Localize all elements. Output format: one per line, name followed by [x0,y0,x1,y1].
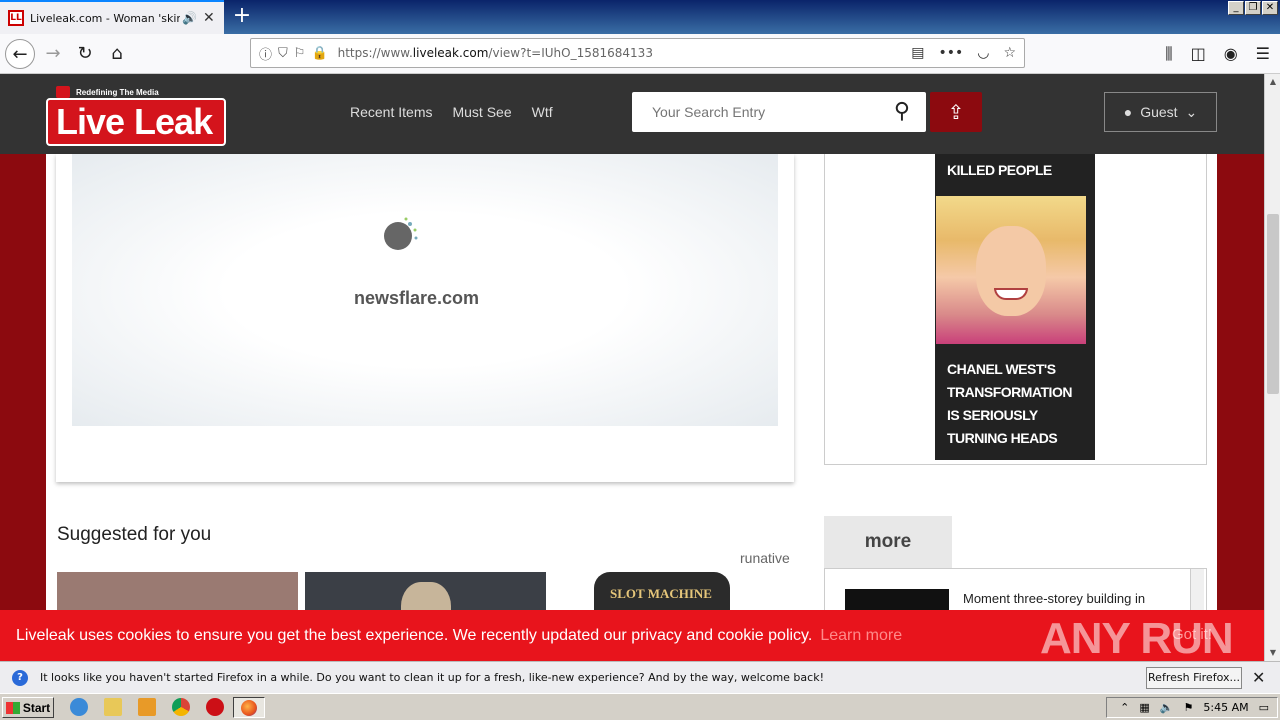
nav-must-see[interactable]: Must See [452,104,511,120]
folder-icon[interactable] [104,698,122,716]
guest-label: Guest [1140,104,1178,120]
home-button[interactable]: ⌂ [102,39,132,69]
notification-close-icon[interactable]: ✕ [1252,668,1265,687]
user-icon: ● [1123,104,1133,120]
clock[interactable]: 5:45 AM [1203,701,1248,714]
action-center-flag-icon[interactable]: ⚑ [1184,701,1194,714]
opera-icon[interactable] [206,698,224,716]
site-search: ⚲ [632,92,926,132]
chrome-icon[interactable] [172,698,190,716]
logo-live: Live [56,101,125,142]
guest-menu-button[interactable]: ● Guest ⌄ [1104,92,1217,132]
video-watermark: newsflare.com [354,288,480,308]
nav-wtf[interactable]: Wtf [532,104,553,120]
logo-tagline: Redefining The Media [76,88,159,97]
speaker-icon[interactable]: 🔊 [182,11,197,25]
ie-icon[interactable] [70,698,88,716]
minimize-button[interactable]: _ [1228,1,1244,15]
search-icon[interactable]: ⚲ [894,99,910,124]
ad-headline: KILLED PEOPLE [947,162,1052,178]
ad-caption: CHANEL WEST'S TRANSFORMATION IS SERIOUSL… [947,361,1072,446]
browser-toolbar: ← → ↻ ⌂ ⓘ ⛉ ⚐ 🔒 https://www.liveleak.com… [0,34,1280,74]
reader-view-icon[interactable]: ▤ [911,45,924,61]
lock-icon[interactable]: 🔒 [311,46,327,61]
tray-expand-icon[interactable]: ⌃ [1120,701,1129,714]
newsflare-logo-icon [384,217,418,250]
site-header: Redefining The Media Live Leak Recent It… [0,74,1264,154]
permissions-icon[interactable]: ⚐ [294,46,306,61]
antenna-icon [56,86,70,98]
maximize-button[interactable]: ❐ [1245,1,1261,15]
chevron-down-icon: ⌄ [1185,103,1198,120]
main-nav: Recent Items Must See Wtf [350,104,553,120]
menu-icon[interactable]: ☰ [1256,44,1270,64]
more-tab[interactable]: more [824,516,952,568]
page-scrollbar[interactable]: ▲ ▼ [1264,74,1280,661]
pocket-icon[interactable]: ◡ [977,45,989,61]
system-tray: ⌃ ▦ 🔈 ⚑ 5:45 AM ▭ [1106,697,1278,718]
ad-tile[interactable]: KILLED PEOPLE CHANEL WEST'S TRANSFORMATI… [935,154,1095,460]
browser-tab[interactable]: LL Liveleak.com - Woman 'skinned 🔊 ✕ [0,0,224,34]
learn-more-link[interactable]: Learn more [820,627,902,645]
ad-photo [936,196,1086,344]
video-player[interactable]: newsflare.com [72,154,778,426]
windows-taskbar: Start ⌃ ▦ 🔈 ⚑ 5:45 AM ▭ [0,693,1280,720]
sidebar-icon[interactable]: ◫ [1191,44,1206,64]
media-player-icon[interactable] [138,698,156,716]
window-controls: _ ❐ ✕ [1228,1,1278,15]
close-tab-icon[interactable]: ✕ [203,10,215,26]
tab-title: Liveleak.com - Woman 'skinned [30,11,180,25]
refresh-firefox-button[interactable]: Refresh Firefox... [1146,667,1242,689]
forward-button[interactable]: → [38,39,68,69]
taskbar-firefox-item[interactable] [233,697,265,718]
page-viewport: Redefining The Media Live Leak Recent It… [0,74,1264,661]
browser-tab-strip: LL Liveleak.com - Woman 'skinned 🔊 ✕ + _… [0,0,1280,34]
info-circle-icon: ? [12,669,28,686]
url-text[interactable]: https://www.liveleak.com/view?t=IUhO_158… [338,46,653,60]
start-button[interactable]: Start [2,697,54,718]
network-icon[interactable]: ▦ [1139,701,1149,714]
page-actions-icon[interactable]: ••• [938,45,963,61]
firefox-notification-bar: ? It looks like you haven't started Fire… [0,661,1280,693]
cookie-message: Liveleak uses cookies to ensure you get … [16,626,813,644]
anyrun-watermark: ANY RUN [1040,614,1234,661]
back-button[interactable]: ← [5,39,35,69]
scroll-up-icon[interactable]: ▲ [1265,74,1280,90]
notification-text: It looks like you haven't started Firefo… [40,671,824,684]
bookmark-star-icon[interactable]: ☆ [1003,45,1016,61]
upload-button[interactable]: ⇪ [930,92,982,132]
logo-leak: Leak [134,101,213,142]
liveleak-logo[interactable]: Redefining The Media Live Leak [46,86,228,146]
cookie-banner: Liveleak uses cookies to ensure you get … [0,610,1264,661]
library-icon[interactable]: ⫼ [1165,44,1172,64]
scroll-thumb[interactable] [1267,214,1279,394]
info-icon[interactable]: ⓘ [259,44,272,63]
scroll-down-icon[interactable]: ▼ [1265,645,1280,661]
firefox-icon [241,700,257,716]
show-desktop-icon[interactable]: ▭ [1259,701,1269,714]
suggested-title: Suggested for you [57,524,212,545]
runative-logo[interactable]: runative [740,550,790,566]
reload-button[interactable]: ↻ [70,39,100,69]
tracking-shield-icon[interactable]: ⛉ [278,46,288,61]
search-input[interactable] [652,104,872,120]
close-window-button[interactable]: ✕ [1262,1,1278,15]
more-item-title[interactable]: Moment three-storey building in [963,591,1145,606]
windows-flag-icon [5,701,20,714]
page-content: newsflare.com KILLED PEOPLE CHANEL WEST'… [46,154,1217,661]
video-card: newsflare.com [56,154,794,482]
sidebar-ad: KILLED PEOPLE CHANEL WEST'S TRANSFORMATI… [824,154,1207,465]
upload-icon: ⇪ [947,100,965,124]
url-bar[interactable]: ⓘ ⛉ ⚐ 🔒 https://www.liveleak.com/view?t=… [250,38,1025,68]
new-tab-button[interactable]: + [230,4,254,28]
liveleak-favicon-icon: LL [8,10,24,26]
volume-icon[interactable]: 🔈 [1160,701,1174,714]
account-icon[interactable]: ◉ [1224,44,1238,64]
slot-machine-text: SLOT MACHINE [610,586,712,601]
nav-recent-items[interactable]: Recent Items [350,104,432,120]
